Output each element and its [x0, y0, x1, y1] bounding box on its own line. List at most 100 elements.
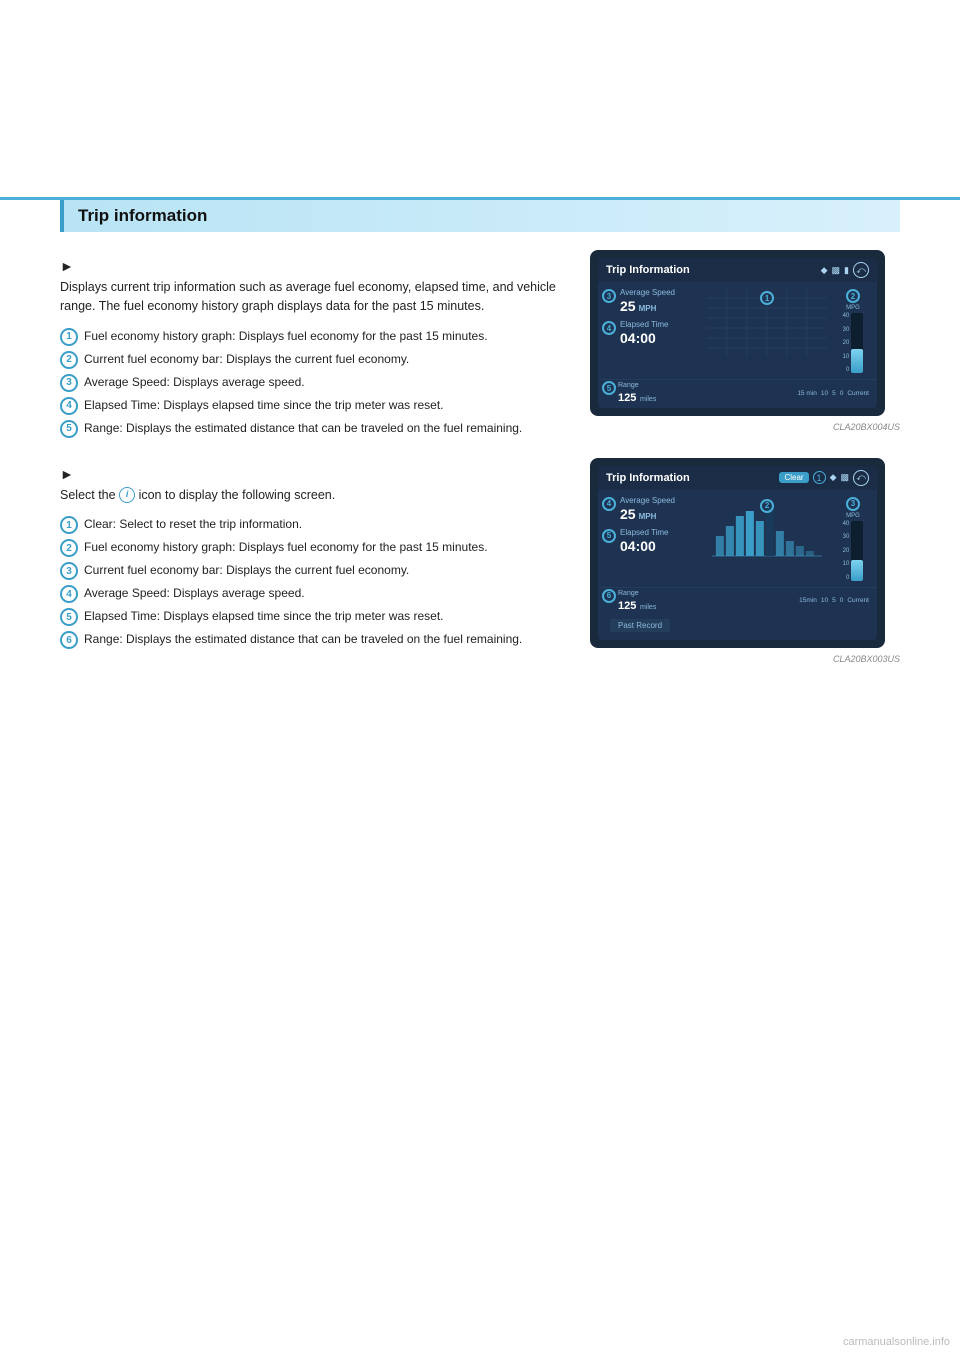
screen1-badge5: 5: [602, 381, 616, 395]
screen1-mpg-tick-0: 0: [843, 367, 850, 373]
block1-right: Trip Information ◆ ▩ ▮ ⤺ 3: [590, 250, 900, 442]
screen2-chart-container: 2: [703, 496, 831, 581]
block1-circle-4: 4: [60, 397, 78, 415]
screen1-range-unit: miles: [640, 396, 656, 403]
block2-item4-text: Average Speed: Displays average speed.: [84, 584, 305, 602]
time-current: Current: [847, 390, 869, 397]
block1-item1-text: Fuel economy history graph: Displays fue…: [84, 327, 488, 345]
block2-circle-6: 6: [60, 631, 78, 649]
block2-circle-1: 1: [60, 516, 78, 534]
block2: ► Select the i icon to display the follo…: [60, 458, 900, 664]
screen1-elapsed-value: 04:00: [620, 330, 697, 346]
block2-item-6: 6 Range: Displays the estimated distance…: [60, 630, 570, 649]
block2-circle-4: 4: [60, 585, 78, 603]
block1-circle-2: 2: [60, 351, 78, 369]
block2-item2-text: Fuel economy history graph: Displays fue…: [84, 538, 488, 556]
block1-item-5: 5 Range: Displays the estimated distance…: [60, 419, 570, 438]
block2-item3-text: Current fuel economy bar: Displays the c…: [84, 561, 409, 579]
screen2-bottom: 6 Range 125 miles 15min 10 5: [598, 587, 877, 616]
block1-circle-3: 3: [60, 374, 78, 392]
screen2-mpg-40: 40: [843, 521, 850, 527]
info-icon: i: [119, 487, 135, 503]
main-content: ► Displays current trip information such…: [0, 232, 960, 664]
bt-icon2: ◆: [830, 472, 837, 483]
screen2-mpg-bar-fill: [851, 560, 863, 581]
block1-item-3: 3 Average Speed: Displays average speed.: [60, 373, 570, 392]
block2-item-3: 3 Current fuel economy bar: Displays the…: [60, 561, 570, 580]
screen2-badge6: 6: [602, 589, 616, 603]
block2-item-5: 5 Elapsed Time: Displays elapsed time si…: [60, 607, 570, 626]
time-15: 15 min: [797, 390, 817, 397]
s2-time-15: 15min: [799, 597, 817, 604]
block1-item-2: 2 Current fuel economy bar: Displays the…: [60, 350, 570, 369]
back-button-2[interactable]: ⤺: [853, 470, 869, 486]
screen1-elapsed-label: Elapsed Time: [620, 320, 697, 329]
screen1-mpg-tick-20: 20: [843, 340, 850, 346]
battery-icon: ▮: [844, 265, 849, 276]
block2-cols: ► Select the i icon to display the follo…: [60, 458, 900, 664]
screen1-icons: ◆ ▩ ▮ ⤺: [821, 262, 869, 278]
screen1-mpg-tick-30: 30: [843, 327, 850, 333]
block2-item-2: 2 Fuel economy history graph: Displays f…: [60, 538, 570, 557]
screen2-time-axis: 15min 10 5 0 Current: [799, 597, 869, 604]
screen2-badge3: 3: [846, 497, 860, 511]
time-10: 10: [821, 390, 828, 397]
screen2-past-record-area: Past Record: [598, 616, 877, 640]
s2-time-0: 0: [840, 597, 844, 604]
block1-item5-text: Range: Displays the estimated distance t…: [84, 419, 522, 437]
block1-item3-text: Average Speed: Displays average speed.: [84, 373, 305, 391]
clear-button[interactable]: Clear: [779, 472, 808, 483]
screen2-mpg-0: 0: [843, 575, 850, 581]
screen2-badge5: 5: [602, 529, 616, 543]
screen2-range-label: Range: [618, 590, 656, 597]
screen2-avgspeed-label: Average Speed: [620, 496, 697, 505]
screen1-topbar: Trip Information ◆ ▩ ▮ ⤺: [598, 258, 877, 282]
block1-item-1: 1 Fuel economy history graph: Displays f…: [60, 327, 570, 346]
s2-time-5: 5: [832, 597, 836, 604]
block2-item-4: 4 Average Speed: Displays average speed.: [60, 584, 570, 603]
screen2-mockup: Trip Information Clear 1 ◆ ▩ ⤺: [590, 458, 885, 648]
screen1-badge3: 3: [602, 289, 616, 303]
screen1-range-value: 125: [618, 392, 636, 404]
block2-item5-text: Elapsed Time: Displays elapsed time sinc…: [84, 607, 443, 625]
block2-intro: Select the i icon to display the followi…: [60, 486, 570, 505]
section-header: Trip information: [60, 200, 900, 232]
block2-item6-text: Range: Displays the estimated distance t…: [84, 630, 522, 648]
block1-item-4: 4 Elapsed Time: Displays elapsed time si…: [60, 396, 570, 415]
screen1-badge1: 1: [760, 291, 774, 305]
screen1-filename: CLA20BX004US: [590, 422, 900, 432]
block1-intro: Displays current trip information such a…: [60, 278, 570, 317]
signal-icon: ▩: [832, 265, 841, 276]
screen2-icons: ◆ ▩: [830, 472, 849, 483]
screen2-body: 4 Average Speed 25 MPH: [598, 490, 877, 587]
screen1-range-area: 5 Range 125 miles: [606, 382, 656, 404]
screen1-range-label: Range: [618, 382, 656, 389]
screen1-avgspeed-label: Average Speed: [620, 288, 697, 297]
top-area: [0, 0, 960, 200]
footer-watermark: carmanualsonline.info: [843, 1336, 950, 1348]
screen2-elapsed-label: Elapsed Time: [620, 528, 697, 537]
back-button[interactable]: ⤺: [853, 262, 869, 278]
screen1-stats: 3 Average Speed 25 MPH: [606, 288, 697, 373]
section-title: Trip information: [78, 206, 207, 226]
block1-item4-text: Elapsed Time: Displays elapsed time sinc…: [84, 396, 443, 414]
block1-circle-5: 5: [60, 420, 78, 438]
screen2-mpg-20: 20: [843, 548, 850, 554]
time-0: 0: [840, 390, 844, 397]
screen2-inner: Trip Information Clear 1 ◆ ▩ ⤺: [598, 466, 877, 640]
time-5: 5: [832, 390, 836, 397]
screen2-range-area: 6 Range 125 miles: [606, 590, 656, 612]
screen1-time-axis: 15 min 10 5 0 Current: [797, 390, 869, 397]
screen1-badge2: 2: [846, 289, 860, 303]
past-record-button[interactable]: Past Record: [610, 619, 670, 632]
block2-circle-5: 5: [60, 608, 78, 626]
screen2-title: Trip Information: [606, 472, 690, 484]
screen2-badge2: 2: [760, 499, 774, 513]
s2-time-current: Current: [847, 597, 869, 604]
screen1-inner: Trip Information ◆ ▩ ▮ ⤺ 3: [598, 258, 877, 408]
screen1-mpg-area: 2 MPG 40 30 20 10 0: [837, 288, 869, 373]
block2-right: Trip Information Clear 1 ◆ ▩ ⤺: [590, 458, 900, 664]
screen2-mpg-30: 30: [843, 534, 850, 540]
bluetooth-icon: ◆: [821, 265, 828, 276]
screen2-stats: 4 Average Speed 25 MPH: [606, 496, 697, 581]
